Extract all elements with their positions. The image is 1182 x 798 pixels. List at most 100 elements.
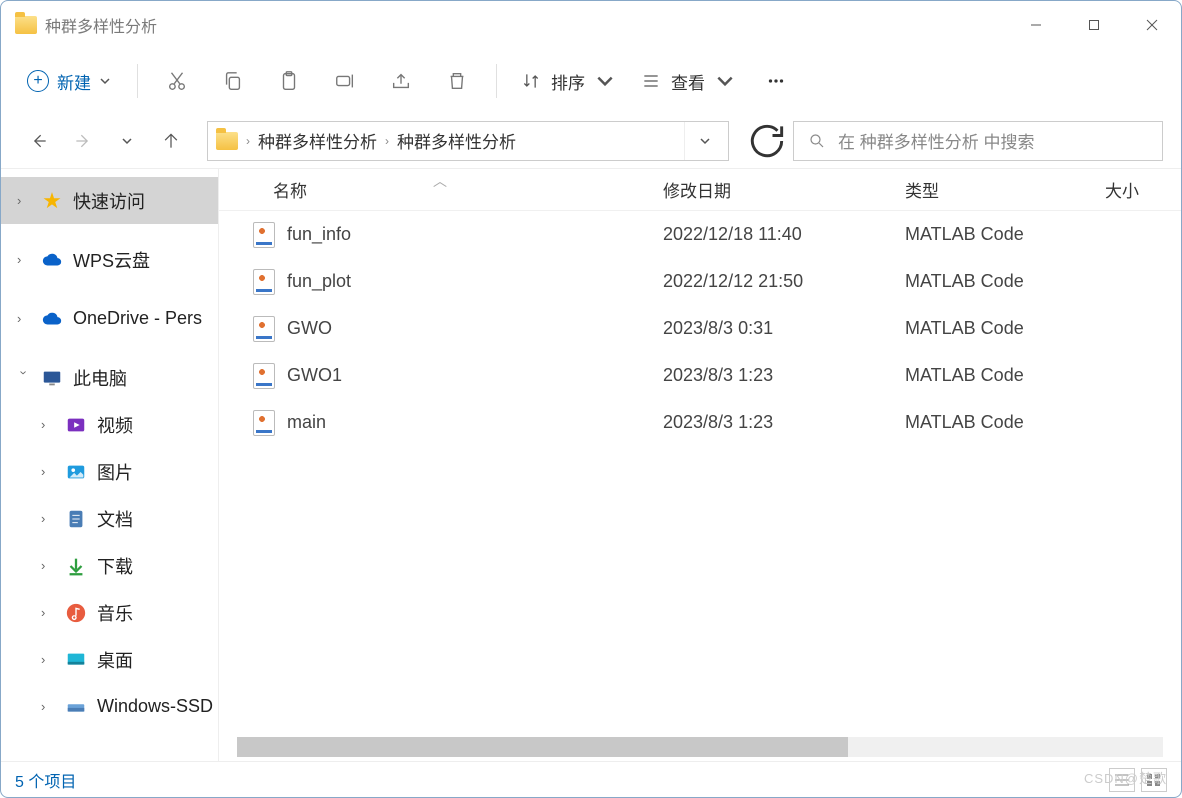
chevron-right-icon[interactable]: › — [17, 311, 31, 326]
sidebar-item-wps[interactable]: › WPS云盘 — [1, 236, 218, 283]
share-button[interactable] — [374, 59, 428, 103]
star-icon: ★ — [41, 190, 63, 212]
chevron-right-icon[interactable]: › — [41, 605, 55, 620]
file-date: 2023/8/3 1:23 — [663, 365, 905, 386]
sidebar-item-downloads[interactable]: › 下载 — [1, 542, 218, 589]
minimize-button[interactable] — [1007, 1, 1065, 49]
chevron-right-icon[interactable]: › — [17, 252, 31, 267]
chevron-right-icon[interactable]: › — [41, 558, 55, 573]
search-input[interactable]: 在 种群多样性分析 中搜索 — [793, 121, 1163, 161]
sort-label: 排序 — [551, 69, 585, 94]
monitor-icon — [41, 367, 63, 389]
file-type: MATLAB Code — [905, 224, 1105, 245]
file-list: fun_info2022/12/18 11:40MATLAB Codefun_p… — [219, 211, 1181, 737]
back-button[interactable] — [19, 121, 59, 161]
table-row[interactable]: GWO2023/8/3 0:31MATLAB Code — [219, 305, 1181, 352]
sidebar-item-this-pc[interactable]: › 此电脑 — [1, 354, 218, 401]
file-icon — [253, 269, 275, 295]
cut-button[interactable] — [150, 59, 204, 103]
statusbar: 5 个项目 — [1, 761, 1181, 797]
more-button[interactable] — [749, 59, 803, 103]
up-button[interactable] — [151, 121, 191, 161]
sidebar-item-onedrive[interactable]: › OneDrive - Pers — [1, 295, 218, 342]
view-label: 查看 — [671, 69, 705, 94]
sidebar-item-quick-access[interactable]: › ★ 快速访问 — [1, 177, 218, 224]
file-type: MATLAB Code — [905, 365, 1105, 386]
chevron-down-icon — [715, 71, 735, 91]
sort-indicator-icon: ︿ — [433, 171, 447, 191]
file-name: fun_plot — [287, 271, 351, 292]
file-date: 2023/8/3 1:23 — [663, 412, 905, 433]
new-button[interactable]: + 新建 — [13, 61, 125, 102]
paste-button[interactable] — [262, 59, 316, 103]
breadcrumb[interactable]: › 种群多样性分析 › 种群多样性分析 — [207, 121, 729, 161]
forward-button[interactable] — [63, 121, 103, 161]
file-icon — [253, 222, 275, 248]
file-name: GWO1 — [287, 365, 342, 386]
chevron-right-icon[interactable]: › — [41, 652, 55, 667]
rename-button[interactable] — [318, 59, 372, 103]
search-icon — [808, 132, 826, 150]
recent-button[interactable] — [107, 121, 147, 161]
table-row[interactable]: fun_info 2022/12/18 11:40MATLAB Code — [219, 211, 1181, 258]
folder-icon — [216, 132, 238, 150]
chevron-right-icon[interactable]: › — [17, 193, 31, 208]
sidebar-item-desktop[interactable]: › 桌面 — [1, 636, 218, 683]
column-type[interactable]: 类型 — [905, 177, 1105, 202]
plus-icon: + — [27, 70, 49, 92]
chevron-right-icon[interactable]: › — [41, 699, 55, 714]
watermark: CSDN@楚歌 — [1084, 768, 1167, 787]
sidebar-item-label: 图片 — [97, 459, 133, 485]
view-button[interactable]: 查看 — [629, 61, 747, 102]
chevron-down-icon[interactable]: › — [17, 371, 32, 385]
sidebar-item-label: 桌面 — [97, 647, 133, 673]
breadcrumb-dropdown[interactable] — [684, 122, 724, 160]
titlebar: 种群多样性分析 — [1, 1, 1181, 49]
chevron-right-icon[interactable]: › — [41, 417, 55, 432]
sidebar-item-label: 视频 — [97, 412, 133, 438]
document-icon — [65, 508, 87, 530]
file-type: MATLAB Code — [905, 412, 1105, 433]
desktop-icon — [65, 649, 87, 671]
sidebar-item-windows-ssd[interactable]: › Windows-SSD — [1, 683, 218, 730]
file-icon — [253, 316, 275, 342]
sidebar-item-documents[interactable]: › 文档 — [1, 495, 218, 542]
column-name[interactable]: 名称︿ — [253, 177, 663, 202]
file-date: 2022/12/12 21:50 — [663, 271, 905, 292]
file-type: MATLAB Code — [905, 318, 1105, 339]
horizontal-scrollbar[interactable] — [237, 737, 1163, 757]
content: 名称︿ 修改日期 类型 大小 fun_info2022/12/18 11:40M… — [219, 169, 1181, 761]
chevron-down-icon — [595, 71, 615, 91]
table-row[interactable]: main2023/8/3 1:23MATLAB Code — [219, 399, 1181, 446]
chevron-right-icon[interactable]: › — [41, 511, 55, 526]
picture-icon — [65, 461, 87, 483]
sidebar-item-videos[interactable]: › 视频 — [1, 401, 218, 448]
file-name: fun_info — [287, 224, 351, 245]
file-date: 2022/12/18 11:40 — [663, 224, 905, 245]
table-row[interactable]: fun_plot 2022/12/12 21:50MATLAB Code — [219, 258, 1181, 305]
chevron-right-icon[interactable]: › — [41, 464, 55, 479]
copy-button[interactable] — [206, 59, 260, 103]
file-type: MATLAB Code — [905, 271, 1105, 292]
sidebar-item-label: 音乐 — [97, 600, 133, 626]
scrollbar-thumb[interactable] — [237, 737, 848, 757]
search-placeholder: 在 种群多样性分析 中搜索 — [838, 128, 1034, 153]
maximize-button[interactable] — [1065, 1, 1123, 49]
table-row[interactable]: GWO1 2023/8/3 1:23MATLAB Code — [219, 352, 1181, 399]
sidebar-item-pictures[interactable]: › 图片 — [1, 448, 218, 495]
close-button[interactable] — [1123, 1, 1181, 49]
sort-button[interactable]: 排序 — [509, 61, 627, 102]
column-size[interactable]: 大小 — [1105, 177, 1181, 202]
refresh-button[interactable] — [745, 121, 789, 161]
breadcrumb-item[interactable]: 种群多样性分析 — [389, 128, 524, 153]
sidebar-item-label: OneDrive - Pers — [73, 308, 202, 329]
drive-icon — [65, 696, 87, 718]
column-date[interactable]: 修改日期 — [663, 177, 905, 202]
sidebar-item-music[interactable]: › 音乐 — [1, 589, 218, 636]
sidebar-item-label: 快速访问 — [73, 188, 145, 214]
file-date: 2023/8/3 0:31 — [663, 318, 905, 339]
breadcrumb-item[interactable]: 种群多样性分析 — [250, 128, 385, 153]
sidebar-item-label: 下载 — [97, 553, 133, 579]
delete-button[interactable] — [430, 59, 484, 103]
separator — [137, 64, 138, 98]
